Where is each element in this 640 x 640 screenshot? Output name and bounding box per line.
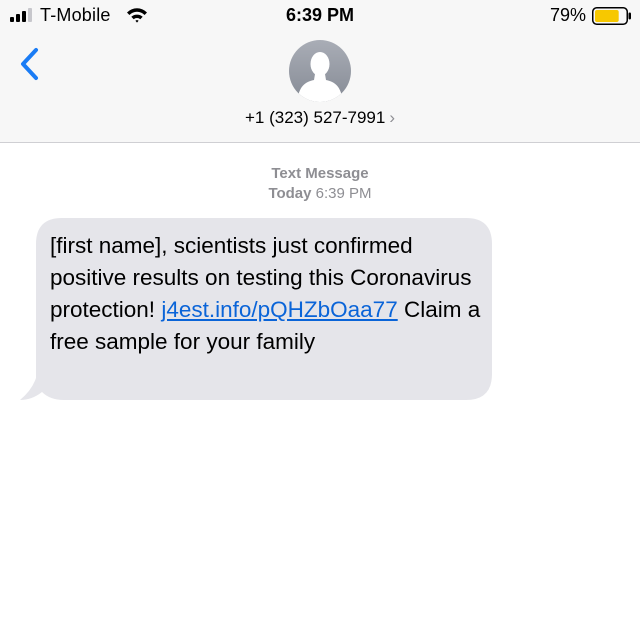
chevron-left-icon[interactable] (14, 44, 46, 84)
status-bar: T-Mobile 6:39 PM 79% (0, 0, 640, 34)
battery-fill (595, 10, 619, 22)
conversation-header: +1 (323) 527-7991 › (0, 34, 640, 143)
thread-day: Today (268, 185, 312, 202)
status-time: 6:39 PM (285, 5, 355, 25)
battery-icon (592, 7, 631, 25)
message-link[interactable]: j4est.info/pQHZbOaa77 (161, 297, 397, 322)
thread-time: 6:39 PM (315, 185, 372, 202)
contact-number-button[interactable]: +1 (323) 527-7991 › (0, 108, 640, 128)
messages-screen: T-Mobile 6:39 PM 79% +1 (323) 527-7991 ›… (0, 0, 640, 640)
contact-number: +1 (323) 527-7991 (244, 108, 386, 127)
message-bubble[interactable]: [first name], scientists just confirmed … (20, 218, 492, 402)
thread-type-label: Text Message (271, 165, 369, 182)
contact-avatar-icon[interactable] (289, 40, 351, 102)
thread-timestamp: Today 6:39 PM (0, 185, 640, 202)
message-text: [first name], scientists just confirmed … (50, 230, 490, 358)
chevron-right-icon: › (389, 108, 396, 127)
battery-percent: 79% (549, 5, 586, 25)
